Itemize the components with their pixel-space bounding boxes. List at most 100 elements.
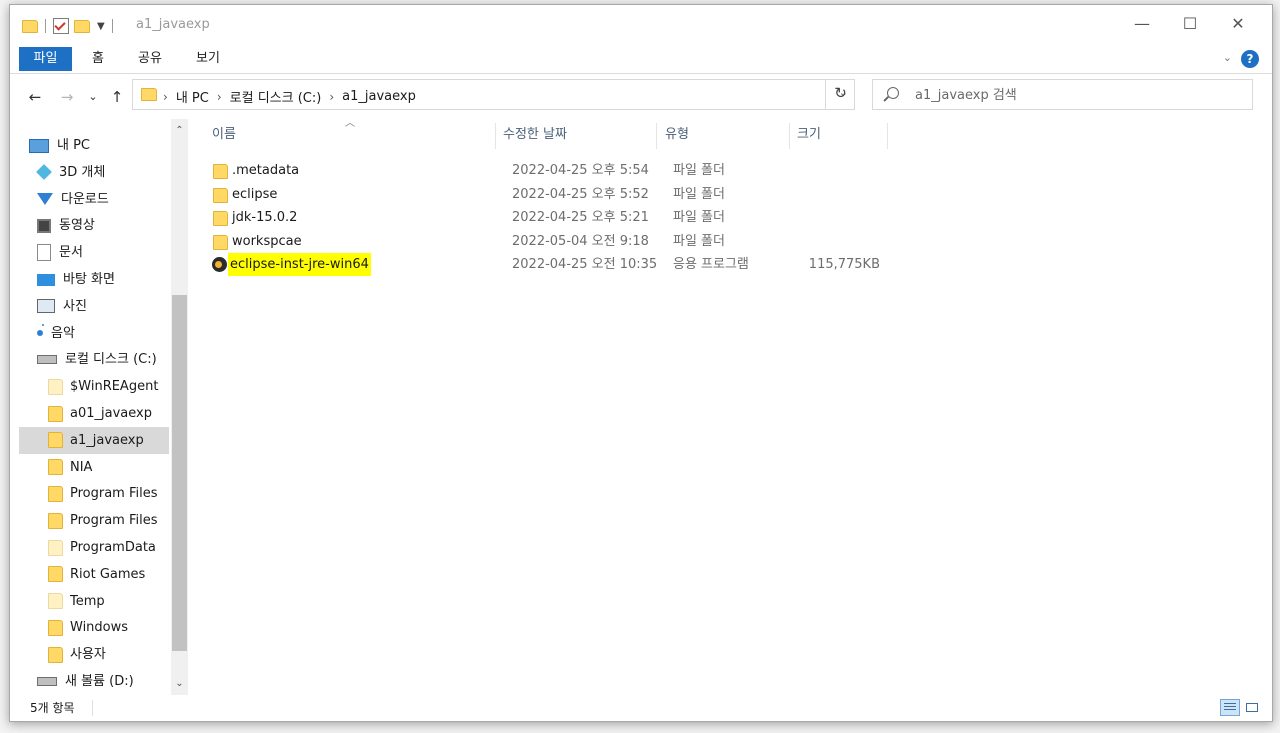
column-divider[interactable] xyxy=(495,123,496,149)
search-box[interactable] xyxy=(872,79,1253,110)
scrollbar-thumb[interactable] xyxy=(172,295,187,651)
cube-icon xyxy=(36,164,52,181)
file-type: 응용 프로그램 xyxy=(673,257,749,272)
column-divider[interactable] xyxy=(656,123,657,149)
sidebar-item[interactable]: ProgramData xyxy=(10,534,170,561)
file-name: eclipse xyxy=(232,186,278,202)
expand-ribbon-chevron-icon[interactable]: ⌄ xyxy=(1223,51,1232,64)
file-date: 2022-04-25 오후 5:52 xyxy=(512,186,649,202)
folder-icon xyxy=(48,593,63,610)
back-button[interactable]: ← xyxy=(24,86,46,108)
up-button[interactable]: ↑ xyxy=(107,86,127,108)
folder-icon xyxy=(213,211,228,226)
quick-access-toolbar: ▼ xyxy=(22,18,115,34)
tab-share[interactable]: 공유 xyxy=(130,47,170,71)
scroll-down-icon[interactable]: ⌄ xyxy=(171,675,188,692)
sidebar-item[interactable]: Program Files xyxy=(10,480,170,507)
sidebar-item[interactable]: 문서 xyxy=(10,239,170,266)
search-input[interactable] xyxy=(915,85,1235,105)
column-divider[interactable] xyxy=(789,123,790,149)
desktop-icon xyxy=(37,273,55,286)
file-row[interactable]: workspcae 2022-05-04 오전 9:18 파일 폴더 xyxy=(207,230,1257,253)
new-folder-icon[interactable] xyxy=(74,19,90,33)
column-header-date[interactable]: 수정한 날짜 xyxy=(503,119,567,151)
customize-toolbar-dropdown[interactable]: ▼ xyxy=(97,21,105,32)
sidebar-item-label: Program Files xyxy=(70,486,158,502)
sidebar-item[interactable]: Program Files xyxy=(10,507,170,534)
file-name: workspcae xyxy=(232,233,302,249)
sidebar-item[interactable]: 동영상 xyxy=(10,212,170,239)
help-icon[interactable]: ? xyxy=(1241,50,1259,68)
sidebar-item[interactable]: 내 PC xyxy=(10,132,170,159)
sidebar-item-label: Program Files xyxy=(70,513,158,529)
file-date: 2022-04-25 오후 5:54 xyxy=(512,163,649,178)
folder-icon xyxy=(48,566,63,583)
sidebar-item[interactable]: Temp xyxy=(10,588,170,615)
maximize-button[interactable]: ☐ xyxy=(1164,5,1216,41)
column-divider[interactable] xyxy=(887,123,888,149)
chevron-right-icon[interactable]: › xyxy=(163,90,168,104)
sidebar-item[interactable]: 새 볼륨 (D:) xyxy=(10,668,170,695)
address-bar[interactable]: › 내 PC › 로컬 디스크 (C:) › a1_javaexp ⌄ xyxy=(132,79,855,110)
column-header-type[interactable]: 유형 xyxy=(665,119,689,151)
file-row[interactable]: eclipse-inst-jre-win64 2022-04-25 오전 10:3… xyxy=(207,253,1257,276)
file-date: 2022-04-25 오전 10:35 xyxy=(512,257,658,272)
details-view-icon[interactable] xyxy=(1220,699,1240,716)
drive-icon xyxy=(37,677,57,686)
minimize-button[interactable]: — xyxy=(1116,5,1168,41)
navigation-scrollbar[interactable]: ⌃ ⌄ xyxy=(171,119,188,695)
large-icons-view-icon[interactable] xyxy=(1242,699,1262,716)
tab-home[interactable]: 홈 xyxy=(83,47,113,71)
sidebar-item[interactable]: 사용자 xyxy=(10,641,170,668)
sidebar-item[interactable]: $WinREAgent xyxy=(10,373,170,400)
sidebar-item[interactable]: 사진 xyxy=(10,293,170,320)
file-row[interactable]: .metadata 2022-04-25 오후 5:54 파일 폴더 xyxy=(207,159,1257,182)
sidebar-item-label: a1_javaexp xyxy=(70,432,144,448)
sidebar-item[interactable]: 다운로드 xyxy=(10,186,170,213)
drive-icon xyxy=(37,355,57,365)
sidebar-item[interactable]: 3D 개체 xyxy=(10,159,170,186)
sidebar-item[interactable]: NIA xyxy=(10,454,170,481)
refresh-button[interactable]: ↻ xyxy=(825,79,855,110)
file-list: ︿ 이름 수정한 날짜 유형 크기 .metadata 2022-04-25 오후… xyxy=(195,118,1272,695)
tab-view[interactable]: 보기 xyxy=(188,47,228,71)
sidebar-item[interactable]: Riot Games xyxy=(10,561,170,588)
sidebar-item-label: 내 PC xyxy=(57,138,91,153)
file-row[interactable]: jdk-15.0.2 2022-04-25 오후 5:21 파일 폴더 xyxy=(207,206,1257,229)
sidebar-item[interactable]: 음악 xyxy=(10,320,170,347)
close-button[interactable]: ✕ xyxy=(1212,5,1264,41)
sidebar-item[interactable]: a01_javaexp xyxy=(10,400,170,427)
column-header-name[interactable]: 이름 xyxy=(212,119,236,151)
scroll-up-icon[interactable]: ⌃ xyxy=(171,122,188,139)
properties-icon[interactable] xyxy=(53,18,69,34)
breadcrumb-item-local-disk[interactable]: 로컬 디스크 (C:) xyxy=(230,87,322,106)
file-type: 파일 폴더 xyxy=(673,186,725,202)
sidebar-item-label: 문서 xyxy=(59,245,83,261)
tab-file[interactable]: 파일 xyxy=(19,47,72,71)
sidebar-item[interactable]: 바탕 화면 xyxy=(10,266,170,293)
column-header-size[interactable]: 크기 xyxy=(797,119,821,151)
file-date: 2022-05-04 오전 9:18 xyxy=(512,233,649,249)
breadcrumb-item-this-pc[interactable]: 내 PC xyxy=(176,87,209,106)
video-icon xyxy=(37,218,51,233)
chevron-right-icon[interactable]: › xyxy=(217,90,222,104)
sidebar-item[interactable]: a1_javaexp xyxy=(19,426,169,454)
sidebar-item-label: 사진 xyxy=(63,298,87,314)
sidebar-item[interactable]: 로컬 디스크 (C:) xyxy=(10,346,170,373)
file-type: 파일 폴더 xyxy=(673,233,725,249)
recent-locations-button[interactable]: ⌄ xyxy=(86,86,100,108)
sidebar-item-label: Windows xyxy=(70,620,129,636)
divider xyxy=(111,19,113,33)
forward-button[interactable]: → xyxy=(56,86,78,108)
sidebar-item-label: 3D 개체 xyxy=(59,164,106,180)
breadcrumb-item-current[interactable]: a1_javaexp xyxy=(342,89,416,104)
eclipse-installer-icon xyxy=(212,257,227,272)
sidebar-item[interactable]: Windows xyxy=(10,614,170,641)
download-icon xyxy=(37,193,53,206)
file-row[interactable]: eclipse 2022-04-25 오후 5:52 파일 폴더 xyxy=(207,183,1257,206)
title-bar: ▼ a1_javaexp — ☐ ✕ xyxy=(10,5,1272,45)
chevron-right-icon[interactable]: › xyxy=(329,90,334,104)
sidebar-item-label: 다운로드 xyxy=(61,191,109,207)
file-size: 115,775KB xyxy=(808,257,880,272)
folder-icon xyxy=(48,619,63,636)
